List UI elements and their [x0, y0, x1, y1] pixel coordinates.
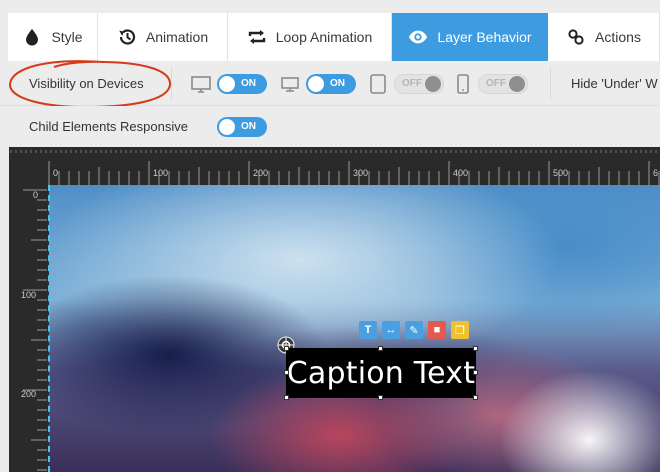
- visibility-row: Visibility on Devices ON ON OFF OFF Hide…: [0, 60, 660, 109]
- mobile-visibility-toggle[interactable]: OFF: [478, 74, 528, 94]
- tablet-visibility-toggle[interactable]: OFF: [394, 74, 444, 94]
- toggle-state: OFF: [402, 78, 422, 89]
- ruler-label: 300: [353, 168, 368, 178]
- toggle-knob: [219, 119, 235, 135]
- caption-text: Caption Text: [286, 355, 476, 391]
- resize-handle[interactable]: [284, 370, 289, 375]
- tab-bar: Style Animation Loop Animation Layer Beh…: [0, 0, 660, 61]
- resize-handle[interactable]: [378, 346, 383, 351]
- divider: [171, 67, 172, 100]
- ruler-label: 6: [653, 168, 658, 178]
- tab-label: Animation: [145, 29, 209, 45]
- loop-icon: [247, 27, 267, 47]
- left-guide-line[interactable]: [48, 185, 50, 472]
- eye-icon: [408, 27, 428, 47]
- ruler-label: 500: [553, 168, 568, 178]
- ruler-label: 0: [53, 168, 58, 178]
- text-tool-button[interactable]: T: [359, 321, 377, 339]
- vertical-ruler: 0 100 200: [9, 185, 47, 472]
- edit-tool-button[interactable]: ✎: [405, 321, 423, 339]
- tab-actions[interactable]: Actions: [548, 13, 660, 61]
- editor-stage[interactable]: 0 100 200 300 400 500 6 0 100 200 T ↔ ✎ …: [9, 147, 660, 472]
- ruler-label: 100: [153, 168, 168, 178]
- resize-handle[interactable]: [473, 370, 478, 375]
- tab-label: Style: [51, 29, 83, 45]
- ruler-label: 200: [21, 389, 36, 399]
- ruler-label: 400: [453, 168, 468, 178]
- droplet-icon: [22, 27, 42, 47]
- toggle-knob: [509, 76, 525, 92]
- tab-loop-animation[interactable]: Loop Animation: [228, 13, 392, 61]
- caption-layer[interactable]: Caption Text: [286, 348, 476, 398]
- resize-handle[interactable]: [473, 346, 478, 351]
- ruler-label: 100: [21, 290, 36, 300]
- tab-label: Loop Animation: [275, 29, 373, 45]
- duplicate-layer-button[interactable]: ❐: [451, 321, 469, 339]
- tablet-icon: [367, 73, 389, 95]
- mobile-icon: [452, 73, 474, 95]
- toggle-state: ON: [330, 78, 345, 89]
- resize-handle[interactable]: [284, 395, 289, 400]
- hide-under-width-label: Hide 'Under' W: [571, 76, 658, 91]
- notebook-icon: [279, 73, 301, 95]
- toggle-state: ON: [241, 78, 256, 89]
- tab-style[interactable]: Style: [8, 13, 98, 61]
- child-responsive-toggle[interactable]: ON: [217, 117, 267, 137]
- toggle-knob: [425, 76, 441, 92]
- tab-animation[interactable]: Animation: [98, 13, 228, 61]
- toggle-knob: [219, 76, 235, 92]
- ruler-label: 200: [253, 168, 268, 178]
- toggle-state: ON: [241, 121, 256, 132]
- toggle-state: OFF: [486, 78, 506, 89]
- horizontal-ruler: 0 100 200 300 400 500 6: [9, 147, 660, 185]
- ruler-label: 0: [33, 190, 38, 200]
- tab-layer-behavior[interactable]: Layer Behavior: [392, 13, 548, 61]
- tab-label: Actions: [595, 29, 641, 45]
- child-responsive-label: Child Elements Responsive: [29, 119, 188, 134]
- history-icon: [117, 27, 137, 47]
- link-icon: [566, 27, 586, 47]
- desktop-icon: [190, 73, 212, 95]
- notebook-visibility-toggle[interactable]: ON: [306, 74, 356, 94]
- resize-tool-button[interactable]: ↔: [382, 321, 400, 339]
- resize-handle[interactable]: [284, 346, 289, 351]
- divider: [550, 67, 551, 100]
- resize-handle[interactable]: [378, 395, 383, 400]
- toggle-knob: [308, 76, 324, 92]
- resize-handle[interactable]: [473, 395, 478, 400]
- slide-canvas[interactable]: T ↔ ✎ ■ ❐ Caption Text: [49, 185, 660, 472]
- delete-layer-button[interactable]: ■: [428, 321, 446, 339]
- visibility-label: Visibility on Devices: [29, 76, 144, 91]
- child-responsive-row: Child Elements Responsive ON: [0, 106, 660, 147]
- desktop-visibility-toggle[interactable]: ON: [217, 74, 267, 94]
- tab-label: Layer Behavior: [437, 29, 532, 45]
